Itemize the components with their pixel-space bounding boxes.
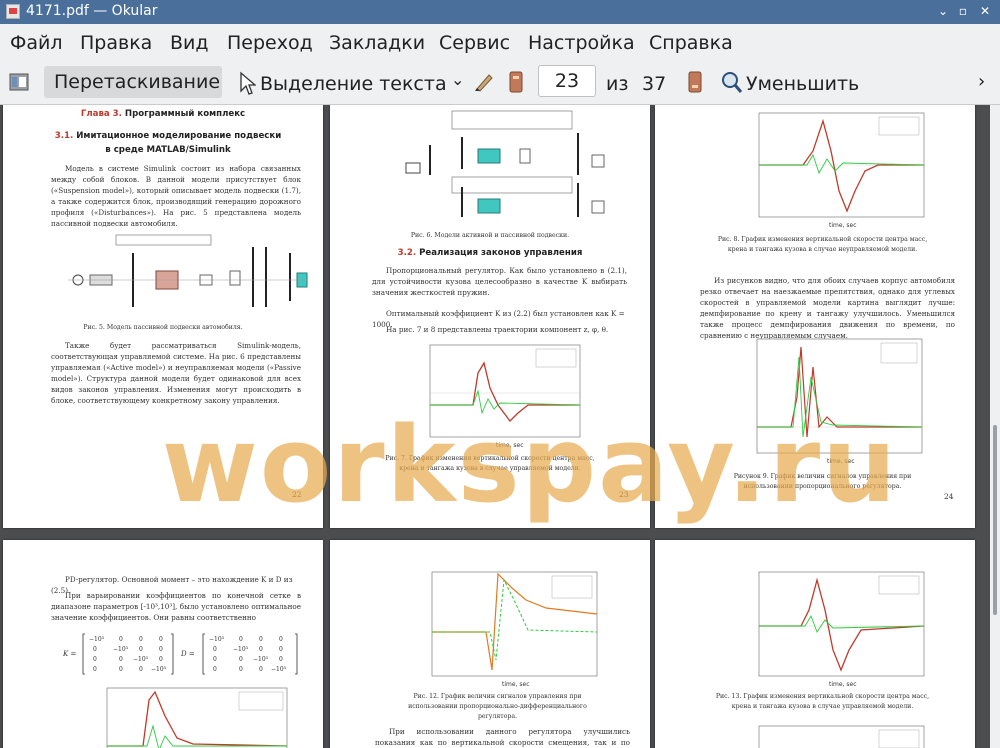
close-icon[interactable]: ✕ (976, 2, 994, 20)
vertical-scrollbar[interactable] (990, 105, 1000, 748)
next-page-icon[interactable] (688, 71, 702, 98)
svg-text:−10³: −10³ (209, 636, 225, 643)
figure-caption: Рис. 6. Модели активной и пассивной подв… (410, 232, 570, 239)
svg-text:0: 0 (213, 646, 217, 653)
paragraph: Также будет рассматриваться Simulink-мод… (51, 341, 301, 405)
previous-page-icon[interactable] (509, 71, 523, 98)
text-select-label: Выделение текста (260, 73, 447, 95)
figure-caption: Рис. 5. Модель пассивной подвески автомо… (83, 324, 243, 331)
simulink-diagram (68, 234, 308, 307)
paragraph: При варьировании коэффициентов по конечн… (51, 591, 301, 622)
watermark: workspay.ru (161, 404, 899, 526)
svg-text:0: 0 (119, 666, 123, 673)
page-of-label: из (606, 73, 629, 95)
svg-text:−10³: −10³ (271, 666, 287, 673)
document-page: time, sec Рис. 12. График величин сигнал… (330, 540, 650, 748)
svg-text:0: 0 (159, 636, 163, 643)
chevron-down-icon[interactable]: ⌄ (934, 2, 952, 20)
scrollbar-thumb[interactable] (993, 425, 997, 615)
okular-app-icon (6, 4, 20, 19)
sidebar-toggle-button[interactable] (9, 73, 29, 96)
svg-text:0: 0 (259, 646, 263, 653)
menu-go[interactable]: Переход (227, 32, 313, 54)
svg-text:0: 0 (279, 656, 283, 663)
svg-text:0: 0 (159, 646, 163, 653)
svg-text:0: 0 (213, 666, 217, 673)
svg-text:0: 0 (93, 666, 97, 673)
svg-text:0: 0 (259, 666, 263, 673)
paragraph: Из рисунков видно, что для обоих случаев… (700, 276, 955, 340)
sidebar-icon (9, 73, 29, 91)
svg-text:0: 0 (159, 656, 163, 663)
svg-text:0: 0 (239, 656, 243, 663)
menu-bookmarks[interactable]: Закладки (329, 32, 425, 54)
title-bar: 4171.pdf — Okular ⌄ ▫ ✕ (0, 0, 1000, 24)
menu-edit[interactable]: Правка (80, 32, 152, 54)
menu-tools[interactable]: Сервис (439, 32, 510, 54)
document-viewport[interactable]: Глава 3. Программный комплекс 3.1. Имита… (0, 105, 990, 748)
paragraph: На рис. 7 и 8 представлены траектории ко… (386, 325, 609, 334)
svg-text:0: 0 (93, 656, 97, 663)
svg-text:−10³: −10³ (253, 656, 269, 663)
svg-text:0: 0 (279, 646, 283, 653)
page-total-label: 37 (642, 73, 667, 95)
menu-file[interactable]: Файл (10, 32, 63, 54)
svg-text:−10³: −10³ (151, 666, 167, 673)
line-plot: time, sec (758, 112, 925, 229)
cursor-arrow-icon (240, 71, 256, 95)
svg-text:K =: K = (63, 650, 76, 658)
figure-caption: Рис. 13. График изменения вертикальной с… (715, 693, 930, 710)
menu-settings[interactable]: Настройка (528, 32, 635, 54)
svg-text:−10³: −10³ (233, 646, 249, 653)
svg-text:0: 0 (139, 636, 143, 643)
main-toolbar: Перетаскивание Выделение текста ⌄ 23 из … (0, 62, 1000, 105)
line-plot: time, sec (431, 571, 598, 688)
menu-help[interactable]: Справка (649, 32, 733, 54)
svg-text:0: 0 (119, 656, 123, 663)
svg-text:0: 0 (239, 666, 243, 673)
svg-text:time, sec: time, sec (829, 681, 857, 688)
matrix-equation: K = D = −10³ 0 0 0 0 −10³ 0 0 0 0 −10³ 0 0 0 0 −10³ … (63, 633, 298, 675)
svg-text:−10³: −10³ (133, 656, 149, 663)
svg-text:time, sec: time, sec (502, 681, 530, 688)
figure-caption: Рис. 12. График величин сигналов управле… (408, 693, 587, 720)
menu-view[interactable]: Вид (170, 32, 209, 54)
svg-text:D =: D = (180, 650, 195, 658)
svg-text:0: 0 (93, 646, 97, 653)
page-number-input[interactable]: 23 (538, 65, 596, 97)
svg-text:−10³: −10³ (113, 646, 129, 653)
line-plot: time, sec (758, 571, 925, 688)
chapter-heading: Глава 3. Программный комплекс (80, 109, 246, 119)
line-plot (106, 687, 288, 748)
paragraph: Пропорциональный регулятор. Как было уст… (372, 266, 627, 297)
section-heading: 3.2. Реализация законов управления (397, 248, 583, 258)
window-title: 4171.pdf — Okular (26, 3, 158, 19)
paragraph: Модель в системе Simulink состоит из наб… (51, 164, 301, 228)
svg-text:0: 0 (213, 656, 217, 663)
zoom-out-label: Уменьшить (746, 73, 860, 95)
svg-text:0: 0 (259, 636, 263, 643)
chevron-down-icon[interactable]: ⌄ (451, 70, 464, 89)
svg-text:−10³: −10³ (89, 636, 105, 643)
simulink-diagram (405, 110, 605, 217)
svg-text:0: 0 (279, 636, 283, 643)
section-heading: 3.1. Имитационное моделирование подвески… (54, 131, 282, 155)
browse-tool-label: Перетаскивание (54, 71, 221, 93)
svg-text:0: 0 (119, 636, 123, 643)
restore-icon[interactable]: ▫ (954, 2, 972, 20)
paragraph: При использовании данного регулятора улу… (375, 727, 630, 747)
document-page: PD-регулятор. Основной момент – это нахо… (3, 540, 323, 748)
annotate-pen-icon[interactable] (473, 71, 495, 98)
chevron-right-icon[interactable]: › (978, 71, 985, 92)
svg-text:0: 0 (239, 636, 243, 643)
browse-tool-button[interactable]: Перетаскивание (44, 66, 222, 98)
menu-bar: Файл Правка Вид Переход Закладки Сервис … (0, 24, 1000, 62)
figure-caption: Рис. 8. График изменения вертикальной ск… (717, 236, 928, 253)
svg-text:0: 0 (139, 666, 143, 673)
document-page: time, sec Рис. 13. График изменения верт… (655, 540, 975, 748)
svg-text:0: 0 (139, 646, 143, 653)
magnifier-icon (722, 72, 743, 93)
line-plot (758, 725, 925, 748)
svg-text:time, sec: time, sec (829, 222, 857, 229)
